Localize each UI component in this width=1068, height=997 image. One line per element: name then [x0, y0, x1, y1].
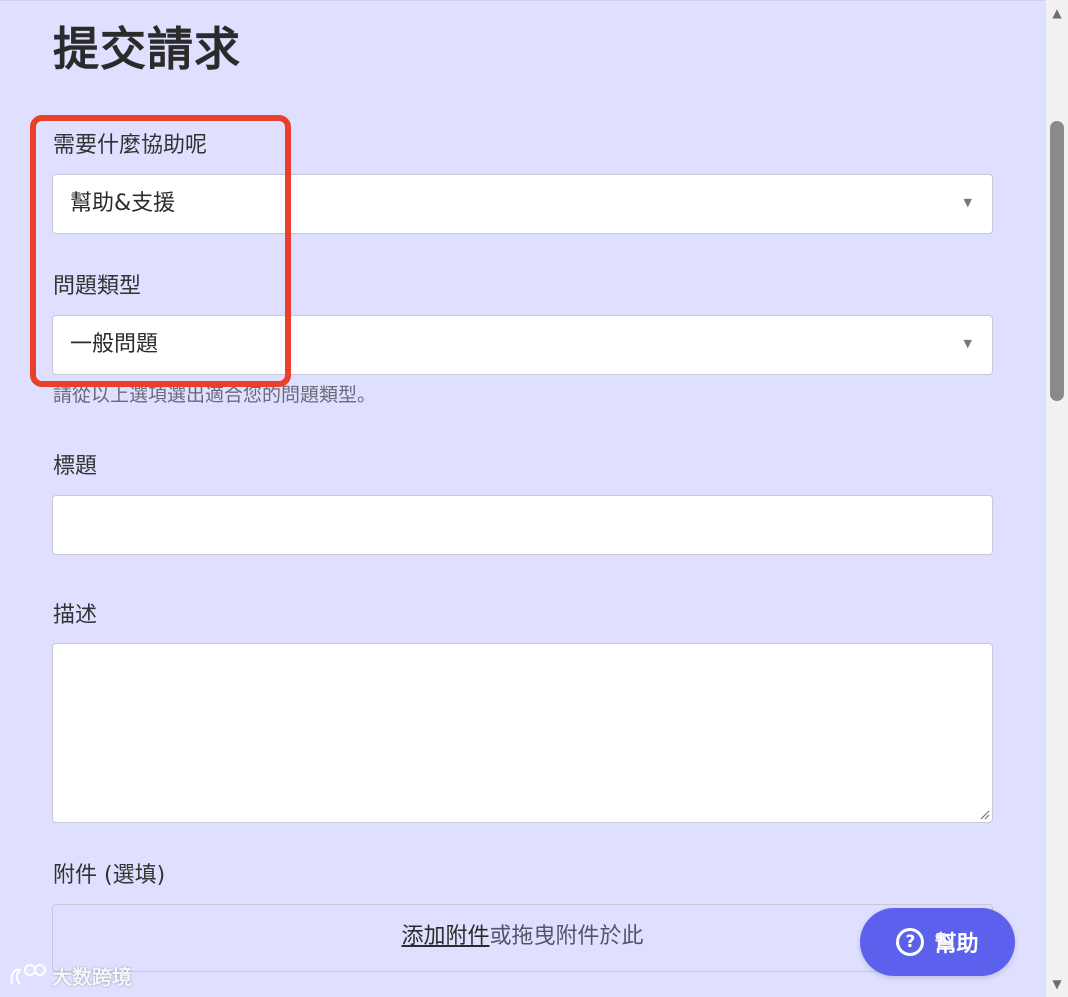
- add-attachment-link[interactable]: 添加附件: [401, 924, 489, 949]
- issue-type-hint: 請從以上選項選出適合您的問題類型。: [53, 384, 377, 406]
- attachments-label: 附件 (選填): [53, 863, 166, 888]
- watermark-text: 大数跨境: [52, 965, 132, 989]
- vertical-scrollbar[interactable]: ▲ ▼: [1045, 0, 1068, 997]
- resize-handle-icon[interactable]: [978, 808, 990, 820]
- help-category-label: 需要什麼協助呢: [53, 133, 208, 158]
- issue-type-value: 一般問題: [70, 332, 159, 357]
- scroll-down-arrow-icon[interactable]: ▼: [1046, 973, 1068, 995]
- dropdown-caret-icon: ▼: [963, 337, 972, 350]
- page-title: 提交請求: [53, 22, 241, 76]
- question-circle-icon: ?: [896, 928, 925, 956]
- help-category-select[interactable]: 幫助&支援 ▼: [52, 174, 993, 234]
- help-widget-button[interactable]: ? 幫助: [860, 908, 1015, 976]
- help-category-value: 幫助&支援: [70, 191, 176, 216]
- description-label: 描述: [53, 603, 98, 628]
- issue-type-label: 問題類型: [53, 274, 142, 299]
- scrollbar-thumb[interactable]: [1050, 121, 1064, 401]
- issue-type-select[interactable]: 一般問題 ▼: [52, 315, 993, 375]
- subject-input[interactable]: [52, 495, 993, 555]
- request-form-page: 提交請求 需要什麼協助呢 幫助&支援 ▼ 問題類型 一般問題 ▼ 請從以上選項選…: [0, 0, 1045, 997]
- watermark-logo-icon: [10, 963, 46, 985]
- drop-files-text: 或拖曳附件於此: [489, 924, 644, 949]
- attachments-dropzone[interactable]: 添加附件或拖曳附件於此: [52, 904, 993, 972]
- subject-label: 標題: [53, 454, 98, 479]
- description-textarea[interactable]: [52, 643, 993, 823]
- dropdown-caret-icon: ▼: [963, 196, 972, 209]
- watermark: 大数跨境: [8, 961, 132, 990]
- scroll-up-arrow-icon[interactable]: ▲: [1046, 2, 1068, 24]
- help-widget-label: 幫助: [934, 932, 979, 957]
